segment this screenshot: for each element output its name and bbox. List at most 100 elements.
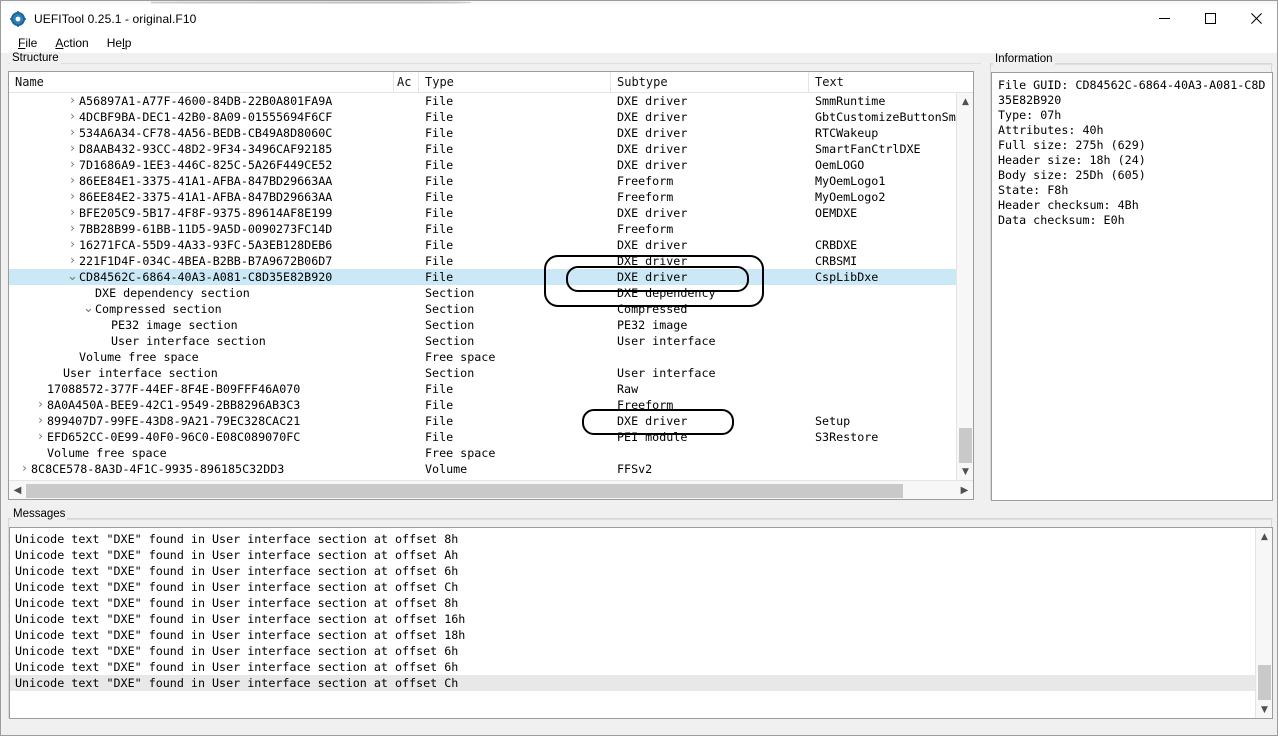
- message-line[interactable]: Unicode text "DXE" found in User interfa…: [10, 611, 1255, 627]
- column-header-ac[interactable]: Ac: [394, 72, 419, 93]
- chevron-right-icon[interactable]: ›: [67, 109, 78, 125]
- message-line[interactable]: Unicode text "DXE" found in User interfa…: [10, 643, 1255, 659]
- column-header-type[interactable]: Type: [419, 72, 611, 93]
- table-row[interactable]: › EFD652CC-0E99-40F0-96C0-E08C089070FC Fil…: [9, 429, 957, 445]
- tree-item-label: A56897A1-A77F-4600-84DB-22B0A801FA9A: [79, 94, 333, 108]
- table-row[interactable]: › 221F1D4F-034C-4BEA-B2BB-B7A9672B06D7 Fil…: [9, 253, 957, 269]
- tree-cell-ac: [394, 461, 419, 477]
- scroll-left-arrow-icon[interactable]: ◀: [9, 482, 26, 499]
- tree-cell-type: File: [425, 254, 454, 268]
- column-header-subtype[interactable]: Subtype: [611, 72, 809, 93]
- maximize-button[interactable]: [1187, 4, 1233, 33]
- information-text[interactable]: File GUID: CD84562C-6864-40A3-A081-C8D35…: [991, 72, 1273, 501]
- menu-file[interactable]: File: [9, 34, 46, 52]
- scroll-right-arrow-icon[interactable]: ▶: [956, 482, 973, 499]
- tree-vertical-scrollbar[interactable]: ▲ ▼: [956, 93, 973, 480]
- tree-hscroll-track[interactable]: [26, 482, 956, 499]
- message-line[interactable]: Unicode text "DXE" found in User interfa…: [10, 627, 1255, 643]
- tree-cell-name: › 8A0A450A-BEE9-42C1-9549-2BB8296AB3C3: [9, 397, 394, 413]
- table-row[interactable]: › BFE205C9-5B17-4F8F-9375-89614AF8E199 Fil…: [9, 205, 957, 221]
- tree-cell-subtype: DXE dependency: [617, 286, 716, 300]
- chevron-right-icon[interactable]: ›: [67, 189, 78, 205]
- minimize-button[interactable]: [1141, 4, 1187, 33]
- column-header-text[interactable]: Text: [809, 72, 956, 93]
- table-row[interactable]: ⌄ Compressed section Section Compressed: [9, 301, 957, 317]
- messages-vscroll-thumb[interactable]: [1258, 665, 1271, 700]
- close-button[interactable]: [1233, 4, 1277, 33]
- chevron-right-icon[interactable]: ›: [67, 141, 78, 157]
- table-row[interactable]: › A56897A1-A77F-4600-84DB-22B0A801FA9A Fil…: [9, 93, 957, 109]
- tree-cell-subtype: DXE driver: [617, 94, 688, 108]
- chevron-right-icon[interactable]: ›: [67, 221, 78, 237]
- tree-cell-text: CRBSMI: [815, 254, 858, 268]
- tree-horizontal-scrollbar[interactable]: ◀ ▶: [9, 480, 973, 499]
- chevron-right-icon[interactable]: ›: [67, 125, 78, 141]
- tree-vscroll-thumb[interactable]: [959, 428, 972, 468]
- table-row[interactable]: ⌄ CD84562C-6864-40A3-A081-C8D35E82B920 Fil…: [9, 269, 957, 285]
- table-row[interactable]: › 16271FCA-55D9-4A33-93FC-5A3EB128DEB6 Fil…: [9, 237, 957, 253]
- message-line[interactable]: Unicode text "DXE" found in User interfa…: [10, 595, 1255, 611]
- tree-hscroll-thumb[interactable]: [26, 483, 903, 498]
- uefitool-window: UEFITool 0.25.1 - original.F10 File Acti…: [0, 0, 1278, 736]
- tree-cell-text: [809, 221, 957, 237]
- table-row[interactable]: › D8AAB432-93CC-48D2-9F34-3496CAF92185 Fil…: [9, 141, 957, 157]
- chevron-right-icon[interactable]: ›: [35, 397, 46, 413]
- table-row[interactable]: › 899407D7-99FE-43D8-9A21-79EC328CAC21 Fil…: [9, 413, 957, 429]
- chevron-right-icon[interactable]: ›: [67, 93, 78, 109]
- tree-cell-text: CspLibDxe: [815, 270, 879, 284]
- chevron-right-icon[interactable]: ›: [67, 173, 78, 189]
- tree-cell-subtype: PEI module: [617, 430, 688, 444]
- table-row[interactable]: Volume free space Free space: [9, 445, 957, 461]
- message-line[interactable]: Unicode text "DXE" found in User interfa…: [10, 531, 1255, 547]
- messages-scroll-up-arrow-icon[interactable]: ▲: [1256, 528, 1272, 545]
- tree-cell-type: Free space: [425, 350, 496, 364]
- message-line[interactable]: Unicode text "DXE" found in User interfa…: [10, 563, 1255, 579]
- scroll-up-arrow-icon[interactable]: ▲: [957, 93, 973, 110]
- message-line[interactable]: Unicode text "DXE" found in User interfa…: [10, 579, 1255, 595]
- chevron-down-icon[interactable]: ⌄: [83, 301, 94, 317]
- table-row[interactable]: › 4DCBF9BA-DEC1-42B0-8A09-01555694F6CF Fil…: [9, 109, 957, 125]
- table-row[interactable]: PE32 image section Section PE32 image: [9, 317, 957, 333]
- chevron-right-icon[interactable]: ›: [67, 157, 78, 173]
- tree-cell-text: OEMDXE: [815, 206, 858, 220]
- chevron-right-icon[interactable]: ›: [35, 429, 46, 445]
- table-row[interactable]: › 86EE84E2-3375-41A1-AFBA-847BD29663AA Fil…: [9, 189, 957, 205]
- table-row[interactable]: › 8A0A450A-BEE9-42C1-9549-2BB8296AB3C3 Fil…: [9, 397, 957, 413]
- table-row[interactable]: Volume free space Free space: [9, 349, 957, 365]
- chevron-right-icon[interactable]: ›: [67, 205, 78, 221]
- messages-scroll-down-arrow-icon[interactable]: ▼: [1256, 701, 1272, 718]
- uefitool-gear-icon: [10, 10, 26, 27]
- table-row[interactable]: › 7BB28B99-61BB-11D5-9A5D-0090273FC14D Fil…: [9, 221, 957, 237]
- message-line[interactable]: Unicode text "DXE" found in User interfa…: [10, 675, 1255, 691]
- table-row[interactable]: 17088572-377F-44EF-8F4E-B09FFF46A070 File…: [9, 381, 957, 397]
- column-header-name[interactable]: Name: [9, 72, 394, 93]
- window-title: UEFITool 0.25.1 - original.F10: [34, 11, 197, 26]
- tree-item-label: 4DCBF9BA-DEC1-42B0-8A09-01555694F6CF: [79, 110, 333, 124]
- chevron-right-icon[interactable]: ›: [67, 253, 78, 269]
- messages-list-panel[interactable]: Unicode text "DXE" found in User interfa…: [9, 527, 1273, 719]
- menu-action[interactable]: Action: [46, 34, 97, 52]
- message-line[interactable]: Unicode text "DXE" found in User interfa…: [10, 659, 1255, 675]
- menu-help[interactable]: Help: [98, 34, 141, 52]
- tree-cell-name: › 899407D7-99FE-43D8-9A21-79EC328CAC21: [9, 413, 394, 429]
- tree-item-label: 86EE84E2-3375-41A1-AFBA-847BD29663AA: [79, 190, 333, 204]
- chevron-right-icon[interactable]: ›: [35, 413, 46, 429]
- table-row[interactable]: › 8C8CE578-8A3D-4F1C-9935-896185C32DD3 Vol…: [9, 461, 957, 477]
- tree-cell-ac: [394, 221, 419, 237]
- scroll-down-arrow-icon[interactable]: ▼: [957, 463, 973, 480]
- table-row[interactable]: › 86EE84E1-3375-41A1-AFBA-847BD29663AA Fil…: [9, 173, 957, 189]
- table-row[interactable]: › 534A6A34-CF78-4A56-BEDB-CB49A8D8060C Fil…: [9, 125, 957, 141]
- tree-cell-type: Section: [425, 334, 475, 348]
- tree-cell-subtype: DXE driver: [617, 126, 688, 140]
- chevron-right-icon[interactable]: ›: [19, 461, 30, 477]
- chevron-right-icon[interactable]: ›: [67, 237, 78, 253]
- message-line[interactable]: Unicode text "DXE" found in User interfa…: [10, 547, 1255, 563]
- tree-cell-ac: [394, 189, 419, 205]
- chevron-down-icon[interactable]: ⌄: [67, 269, 78, 285]
- table-row[interactable]: › 7D1686A9-1EE3-446C-825C-5A26F449CE52 Fil…: [9, 157, 957, 173]
- table-row[interactable]: User interface section Section User interf…: [9, 333, 957, 349]
- table-row[interactable]: User interface section Section User interf…: [9, 365, 957, 381]
- messages-vertical-scrollbar[interactable]: ▲ ▼: [1255, 528, 1272, 718]
- table-row[interactable]: DXE dependency section Section DXE depende…: [9, 285, 957, 301]
- structure-tree[interactable]: Name Ac Type Subtype Text › A56897A1-A77F…: [8, 71, 974, 500]
